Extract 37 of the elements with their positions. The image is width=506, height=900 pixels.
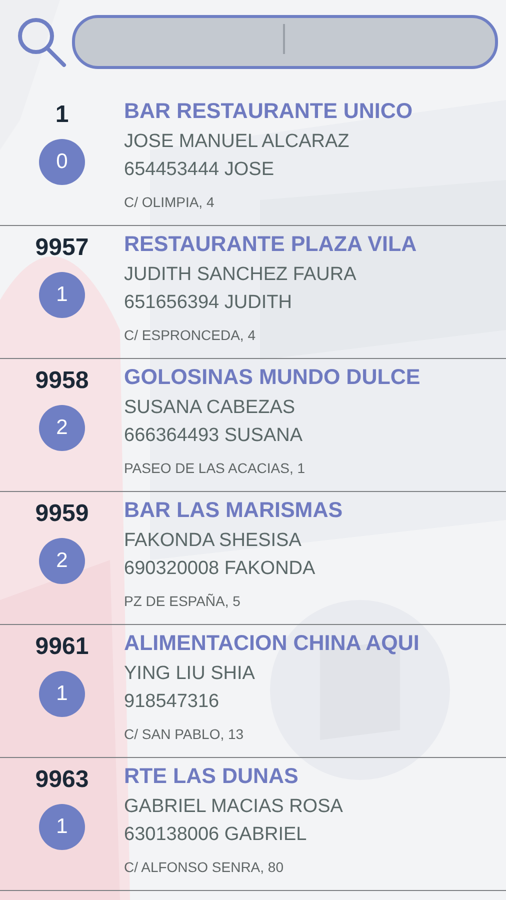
customer-row[interactable]: 1 0 BAR RESTAURANTE UNICO JOSE MANUEL ALCARAZ 654453444 JOSE C/ OLIMPIA, 4 bbox=[0, 93, 506, 226]
customer-row[interactable]: 9963 1 RTE LAS DUNAS GABRIEL MACIAS ROSA 630138006 GABRIEL C/ ALFONSO SENRA, 80 bbox=[0, 758, 506, 891]
customer-name: ALIMENTACION CHINA AQUI bbox=[124, 630, 420, 657]
customer-name: RTE LAS DUNAS bbox=[124, 763, 300, 790]
address: PASEO DE LAS ACACIAS, 1 bbox=[124, 459, 306, 478]
customer-number: 9961 bbox=[35, 632, 89, 662]
phone-number: 630138006 GABRIEL bbox=[124, 823, 308, 847]
address: C/ SAN PABLO, 13 bbox=[124, 725, 245, 744]
contact-name: JOSE MANUEL ALCARAZ bbox=[124, 130, 350, 154]
customer-row[interactable]: 9957 1 RESTAURANTE PLAZA VILA JUDITH SANCHEZ FAURA 651656394 JUDITH C/ ESPRONCEDA, 4 bbox=[0, 226, 506, 359]
customer-row[interactable]: 9958 2 GOLOSINAS MUNDO DULCE SUSANA CABEZAS 666364493 SUSANA PASEO DE LAS ACACIAS, 1 bbox=[0, 359, 506, 492]
phone-number: 690320008 FAKONDA bbox=[124, 557, 316, 581]
phone-number: 918547316 bbox=[124, 690, 220, 714]
phone-number: 654453444 JOSE bbox=[124, 158, 276, 182]
phone-number: 666364493 SUSANA bbox=[124, 424, 304, 448]
search-field[interactable] bbox=[72, 15, 498, 69]
customer-number: 9959 bbox=[35, 499, 89, 529]
customer-name: RESTAURANTE PLAZA VILA bbox=[124, 231, 417, 258]
customer-row[interactable]: 9959 2 BAR LAS MARISMAS FAKONDA SHESISA 690320008 FAKONDA PZ DE ESPAÑA, 5 bbox=[0, 492, 506, 625]
contact-name: GABRIEL MACIAS ROSA bbox=[124, 795, 343, 819]
contact-name: SUSANA CABEZAS bbox=[124, 396, 296, 420]
contact-name: JUDITH SANCHEZ FAURA bbox=[124, 263, 358, 287]
address: C/ ESPRONCEDA, 4 bbox=[124, 326, 256, 345]
customer-number: 9958 bbox=[35, 366, 89, 396]
phone-number: 651656394 JUDITH bbox=[124, 291, 293, 315]
customer-row[interactable]: 9961 1 ALIMENTACION CHINA AQUI YING LIU SHIA 918547316 C/ SAN PABLO, 13 bbox=[0, 625, 506, 758]
customer-name: GOLOSINAS MUNDO DULCE bbox=[124, 364, 420, 391]
address: C/ ALFONSO SENRA, 80 bbox=[124, 858, 284, 877]
address: PZ DE ESPAÑA, 5 bbox=[124, 592, 242, 611]
customer-number: 9963 bbox=[35, 765, 89, 795]
customer-number: 9957 bbox=[35, 233, 89, 263]
address: C/ OLIMPIA, 4 bbox=[124, 193, 216, 212]
contact-name: FAKONDA SHESISA bbox=[124, 529, 302, 553]
contact-name: YING LIU SHIA bbox=[124, 662, 256, 686]
customer-number: 1 bbox=[55, 100, 69, 130]
customer-name: BAR LAS MARISMAS bbox=[124, 497, 343, 524]
customer-name: BAR RESTAURANTE UNICO bbox=[124, 98, 413, 125]
